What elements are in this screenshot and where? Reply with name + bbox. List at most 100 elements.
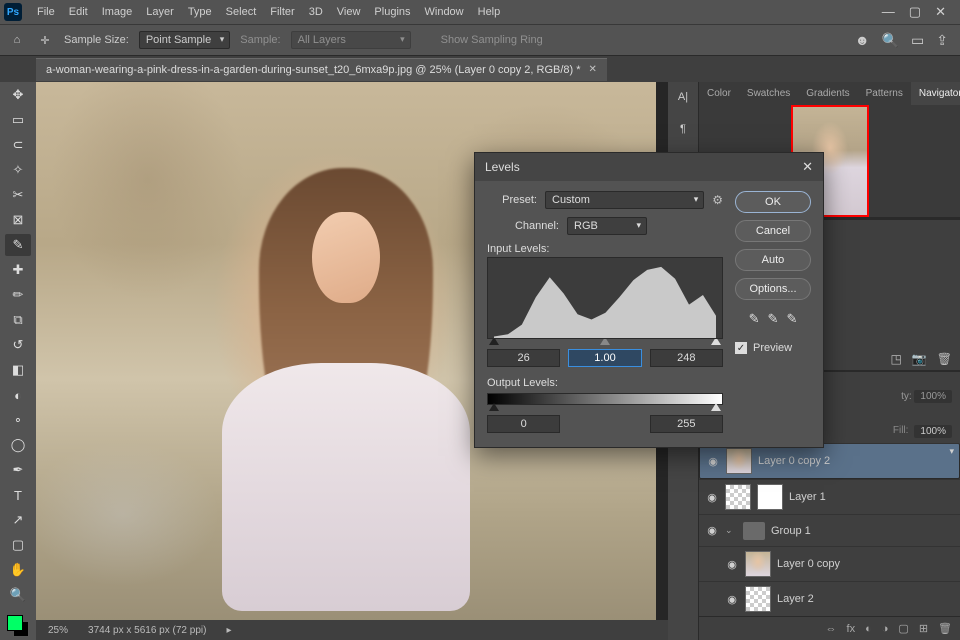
mask-icon[interactable]: ◐ <box>865 623 872 635</box>
layer-row[interactable]: ◉ Layer 0 copy 2 <box>699 443 960 479</box>
layer-name[interactable]: Layer 0 copy <box>777 558 840 570</box>
output-black-field[interactable]: 0 <box>487 415 560 433</box>
preview-checkbox[interactable]: ✓ <box>735 342 747 354</box>
menu-edit[interactable]: Edit <box>62 3 95 21</box>
input-black-field[interactable]: 26 <box>487 349 560 367</box>
input-white-field[interactable]: 248 <box>650 349 723 367</box>
menu-window[interactable]: Window <box>418 3 471 21</box>
fill-value[interactable]: 100% <box>914 425 952 438</box>
visibility-icon[interactable]: ◉ <box>725 593 739 606</box>
layer-name[interactable]: Layer 0 copy 2 <box>758 455 830 467</box>
layer-row[interactable]: ◉ ⌄ Group 1 <box>699 514 960 546</box>
black-eyedropper-icon[interactable]: ✎ <box>749 311 760 327</box>
sample-layers-select[interactable]: All Layers <box>291 31 411 49</box>
adjustment-layer-icon[interactable]: ◑ <box>882 623 889 635</box>
eyedropper-icon[interactable]: ✛ <box>36 31 54 49</box>
character-panel-icon[interactable]: A| <box>674 88 692 106</box>
close-tab-icon[interactable]: ✕ <box>589 64 597 75</box>
eyedropper-tool[interactable]: ✎ <box>5 234 31 256</box>
output-black-slider[interactable] <box>489 403 499 411</box>
status-more-icon[interactable]: ▸ <box>226 625 231 636</box>
window-close-icon[interactable]: ✕ <box>935 4 946 20</box>
cancel-button[interactable]: Cancel <box>735 220 811 242</box>
move-tool[interactable]: ✥ <box>5 84 31 106</box>
dialog-titlebar[interactable]: Levels ✕ <box>475 153 823 181</box>
share-icon[interactable]: ⇪ <box>936 32 948 49</box>
histogram-chart[interactable] <box>487 257 723 339</box>
home-icon[interactable]: ⌂ <box>8 31 26 49</box>
layer-row[interactable]: ◉Layer 0 copy <box>699 546 960 581</box>
layer-row[interactable]: ◉ Layer 1 <box>699 479 960 514</box>
frame-tool[interactable]: ⊠ <box>5 209 31 231</box>
layer-name[interactable]: Layer 1 <box>789 491 826 503</box>
dodge-tool[interactable]: ◯ <box>5 434 31 456</box>
menu-layer[interactable]: Layer <box>139 3 181 21</box>
layer-row[interactable]: ◉ Layer 2 <box>699 581 960 616</box>
tab-swatches[interactable]: Swatches <box>739 82 798 105</box>
fx-icon[interactable]: fx <box>847 623 856 635</box>
visibility-icon[interactable]: ◉ <box>706 455 720 468</box>
window-minimize-icon[interactable]: — <box>882 4 895 20</box>
paragraph-panel-icon[interactable]: ¶ <box>674 120 692 138</box>
tab-navigator[interactable]: Navigator <box>911 82 960 105</box>
dialog-close-icon[interactable]: ✕ <box>802 159 813 175</box>
menu-filter[interactable]: Filter <box>263 3 301 21</box>
menu-view[interactable]: View <box>330 3 368 21</box>
new-layer-icon[interactable]: ⊞ <box>919 622 928 635</box>
channel-select[interactable]: RGB <box>567 217 647 235</box>
output-white-slider[interactable] <box>711 403 721 411</box>
layer-name[interactable]: Layer 2 <box>777 593 814 605</box>
marquee-tool[interactable]: ▭ <box>5 109 31 131</box>
preset-menu-icon[interactable]: ⚙ <box>712 193 723 207</box>
delete-layer-icon[interactable]: 🗑 <box>938 622 952 635</box>
options-button[interactable]: Options... <box>735 278 811 300</box>
document-tab[interactable]: a-woman-wearing-a-pink-dress-in-a-garden… <box>36 58 607 81</box>
crop-tool[interactable]: ✂ <box>5 184 31 206</box>
zoom-level[interactable]: 25% <box>48 625 68 636</box>
menu-image[interactable]: Image <box>95 3 140 21</box>
shape-tool[interactable]: ▢ <box>5 534 31 556</box>
wand-tool[interactable]: ✧ <box>5 159 31 181</box>
color-swatches[interactable] <box>7 615 29 637</box>
opacity-value[interactable]: 100% <box>914 390 952 403</box>
group-icon[interactable]: ▢ <box>898 622 908 635</box>
tab-gradients[interactable]: Gradients <box>798 82 857 105</box>
output-white-field[interactable]: 255 <box>650 415 723 433</box>
path-tool[interactable]: ↗ <box>5 509 31 531</box>
sample-size-select[interactable]: Point Sample <box>139 31 230 49</box>
menu-plugins[interactable]: Plugins <box>367 3 417 21</box>
menu-3d[interactable]: 3D <box>302 3 330 21</box>
blur-tool[interactable]: ∘ <box>5 409 31 431</box>
layer-name[interactable]: Group 1 <box>771 525 811 537</box>
adjustment-camera-icon[interactable]: 📷 <box>912 352 927 366</box>
hand-tool[interactable]: ✋ <box>5 559 31 581</box>
adjustment-delete-icon[interactable]: 🗑 <box>937 352 952 366</box>
eraser-tool[interactable]: ◧ <box>5 359 31 381</box>
ok-button[interactable]: OK <box>735 191 811 213</box>
gradient-tool[interactable]: ◐ <box>5 384 31 406</box>
white-eyedropper-icon[interactable]: ✎ <box>786 311 797 327</box>
preset-select[interactable]: Custom <box>545 191 704 209</box>
link-layers-icon[interactable]: ⇔ <box>826 623 837 635</box>
menu-type[interactable]: Type <box>181 3 219 21</box>
heal-tool[interactable]: ✚ <box>5 259 31 281</box>
workspace-icon[interactable]: ▭ <box>911 32 924 49</box>
account-icon[interactable]: ☻ <box>855 32 870 48</box>
window-restore-icon[interactable]: ▢ <box>909 4 921 20</box>
visibility-icon[interactable]: ◉ <box>705 491 719 504</box>
type-tool[interactable]: T <box>5 484 31 506</box>
history-brush-tool[interactable]: ↺ <box>5 334 31 356</box>
input-gamma-field[interactable]: 1.00 <box>568 349 641 367</box>
brush-tool[interactable]: ✏ <box>5 284 31 306</box>
tab-color[interactable]: Color <box>699 82 739 105</box>
adjustment-add-icon[interactable]: ◳ <box>890 352 901 366</box>
menu-select[interactable]: Select <box>219 3 264 21</box>
visibility-icon[interactable]: ◉ <box>705 524 719 537</box>
menu-help[interactable]: Help <box>471 3 508 21</box>
chevron-down-icon[interactable]: ⌄ <box>725 525 737 536</box>
pen-tool[interactable]: ✒ <box>5 459 31 481</box>
gray-eyedropper-icon[interactable]: ✎ <box>768 311 779 327</box>
auto-button[interactable]: Auto <box>735 249 811 271</box>
stamp-tool[interactable]: ⧉ <box>5 309 31 331</box>
lasso-tool[interactable]: ⊂ <box>5 134 31 156</box>
